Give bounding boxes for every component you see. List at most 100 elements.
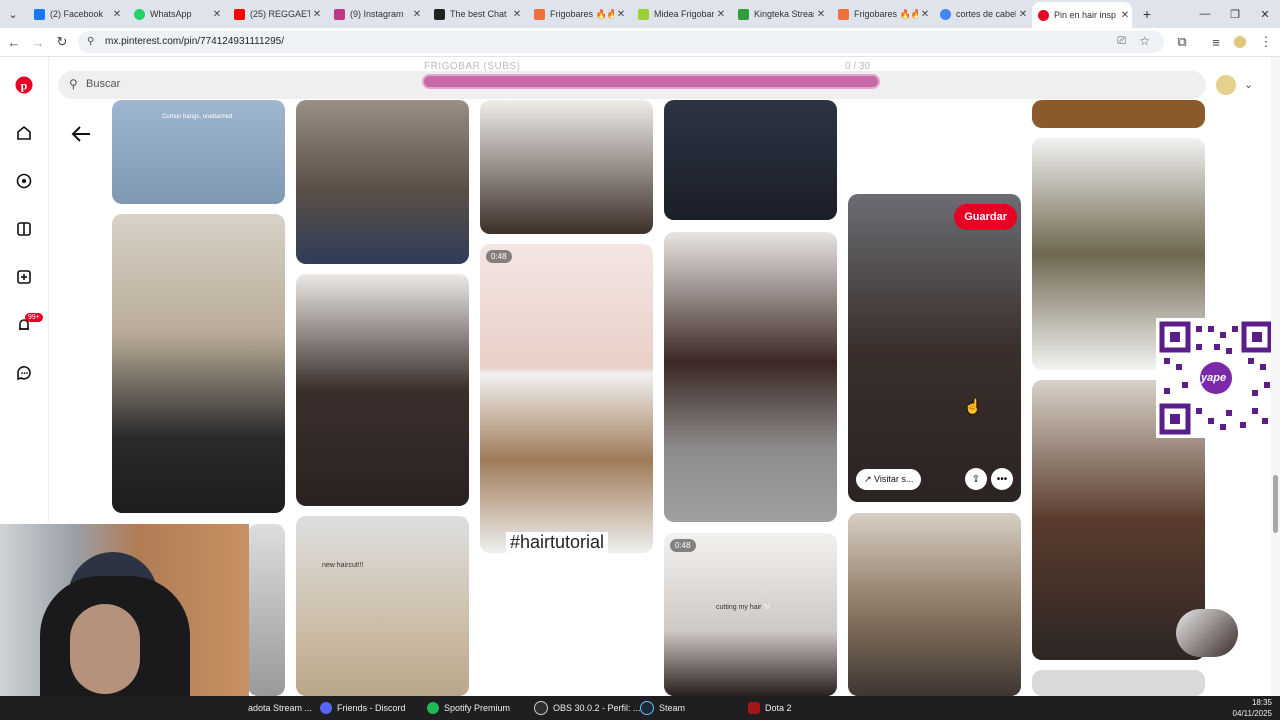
address-bar[interactable]: ⚲ mx.pinterest.com/pin/774124931111295/ … bbox=[78, 31, 1164, 53]
close-icon[interactable]: ✕ bbox=[614, 9, 628, 20]
taskbar-label: Spotify Premium bbox=[444, 703, 511, 713]
pin-image[interactable]: 0:48 #hairtutorial bbox=[480, 244, 653, 553]
pinterest-logo-icon[interactable]: p bbox=[14, 75, 34, 95]
tab-google[interactable]: cortes de cabello ✕ bbox=[934, 2, 1030, 26]
tab-label: (9) Instagram bbox=[350, 9, 404, 19]
tab-whatsapp[interactable]: WhatsApp ✕ bbox=[128, 2, 224, 26]
close-icon[interactable]: ✕ bbox=[1016, 9, 1030, 20]
visit-site-button[interactable]: ↗ Visitar s... bbox=[856, 469, 922, 490]
tab-search-icon[interactable]: ⌄ bbox=[2, 0, 24, 28]
system-clock[interactable]: 18:35 04/11/2025 bbox=[1233, 697, 1272, 719]
profile-icon[interactable] bbox=[1230, 32, 1250, 52]
goal-count: 0 / 30 bbox=[845, 61, 871, 72]
share-icon[interactable]: ⇪ bbox=[965, 468, 987, 490]
pin-image[interactable]: Curtain bangs, unattached bbox=[112, 100, 285, 204]
menu-icon[interactable]: ⋮ bbox=[1256, 32, 1276, 52]
pin-image[interactable] bbox=[296, 274, 469, 506]
pin-image[interactable]: new haircut!!! bbox=[296, 516, 469, 696]
chevron-down-icon[interactable]: ⌄ bbox=[1244, 78, 1253, 91]
close-icon[interactable]: ✕ bbox=[714, 9, 728, 20]
kick-icon bbox=[738, 8, 749, 20]
shop-icon bbox=[838, 8, 849, 20]
tab-label: cortes de cabello bbox=[956, 9, 1016, 19]
pin-image[interactable] bbox=[1032, 670, 1205, 696]
taskbar-item-discord[interactable]: Friends - Discord bbox=[320, 699, 406, 717]
pinterest-icon bbox=[1038, 9, 1049, 21]
tab-instagram[interactable]: (9) Instagram ✕ bbox=[328, 2, 424, 26]
tab-label: Frigobares 🔥🔥 bbox=[854, 8, 918, 19]
tab-frigobares-1[interactable]: Frigobares 🔥🔥 ✕ bbox=[528, 2, 628, 26]
taskbar-item-spotify[interactable]: Spotify Premium bbox=[427, 699, 510, 717]
goal-progress-bar bbox=[422, 74, 880, 89]
close-icon[interactable]: ✕ bbox=[210, 9, 224, 20]
close-icon[interactable]: ✕ bbox=[410, 9, 424, 20]
facebook-icon bbox=[34, 8, 45, 20]
explore-icon[interactable] bbox=[14, 171, 34, 191]
forward-icon[interactable]: → bbox=[28, 32, 48, 52]
create-icon[interactable] bbox=[14, 267, 34, 287]
tab-frigobares-2[interactable]: Frigobares 🔥🔥 ✕ bbox=[832, 2, 932, 26]
floating-avatar[interactable] bbox=[1176, 609, 1238, 657]
save-button[interactable]: Guardar bbox=[954, 204, 1017, 230]
taskbar-label: Friends - Discord bbox=[337, 703, 406, 713]
url-text: mx.pinterest.com/pin/774124931111295/ bbox=[105, 36, 285, 47]
tab-youtube[interactable]: (25) REGGAETON ✕ bbox=[228, 2, 324, 26]
new-tab-button[interactable]: + bbox=[1132, 0, 1162, 28]
taskbar-label: Steam bbox=[659, 703, 686, 713]
hairtutorial-text: #hairtutorial bbox=[506, 532, 609, 553]
pin-image[interactable] bbox=[664, 100, 837, 220]
taskbar-item-steam[interactable]: Steam bbox=[640, 699, 685, 717]
pin-image[interactable] bbox=[1032, 100, 1205, 128]
back-icon[interactable]: ← bbox=[4, 32, 24, 52]
install-icon[interactable]: ⎚ bbox=[1117, 35, 1126, 48]
pin-image-hovered[interactable]: Guardar ↗ Visitar s... ⇪ ••• bbox=[848, 194, 1021, 502]
taskbar-item-stream[interactable]: adota Stream ... bbox=[248, 699, 312, 717]
pin-image[interactable] bbox=[296, 100, 469, 264]
tab-label: Frigobares 🔥🔥 bbox=[550, 8, 614, 19]
pin-image[interactable] bbox=[848, 513, 1021, 696]
clock-date: 04/11/2025 bbox=[1232, 709, 1272, 718]
webcam-overlay bbox=[0, 524, 249, 697]
dota-icon bbox=[748, 702, 760, 714]
tab-kingteka[interactable]: Kingteka Stream ✕ bbox=[732, 2, 828, 26]
minimize-icon[interactable]: — bbox=[1190, 0, 1220, 28]
close-icon[interactable]: ✕ bbox=[1118, 10, 1132, 21]
search-icon: ⚲ bbox=[69, 77, 78, 91]
avatar[interactable] bbox=[1216, 75, 1236, 95]
restore-icon[interactable]: ❐ bbox=[1220, 0, 1250, 28]
browser-toolbar: ← → ↻ ⚲ mx.pinterest.com/pin/77412493111… bbox=[0, 28, 1280, 57]
tab-pinterest-active[interactable]: Pin en hair insp ✕ bbox=[1032, 2, 1132, 28]
window-close-icon[interactable]: ✕ bbox=[1250, 0, 1280, 28]
reload-icon[interactable]: ↻ bbox=[52, 32, 72, 52]
os-taskbar: adota Stream ... Friends - Discord Spoti… bbox=[0, 696, 1280, 720]
boards-icon[interactable] bbox=[14, 219, 34, 239]
pin-image[interactable] bbox=[112, 214, 285, 513]
messages-icon[interactable] bbox=[14, 363, 34, 383]
goal-label: FRIGOBAR (SUBS) bbox=[424, 61, 521, 72]
pin-image[interactable]: 0:48 cutting my hair 🤍 bbox=[664, 533, 837, 696]
close-icon[interactable]: ✕ bbox=[814, 9, 828, 20]
tab-chat[interactable]: The best Chat ✕ bbox=[428, 2, 524, 26]
notification-badge: 99+ bbox=[25, 313, 43, 322]
tab-midea[interactable]: Midea Frigobar ✕ bbox=[632, 2, 728, 26]
pin-image[interactable] bbox=[480, 100, 653, 234]
close-icon[interactable]: ✕ bbox=[310, 9, 324, 20]
media-icon[interactable]: ≡ bbox=[1206, 32, 1226, 52]
close-icon[interactable]: ✕ bbox=[110, 9, 124, 20]
taskbar-item-dota[interactable]: Dota 2 bbox=[748, 699, 792, 717]
extensions-icon[interactable]: ⧉ bbox=[1172, 32, 1192, 52]
pin-caption: cutting my hair 🤍 bbox=[716, 604, 773, 611]
more-options-icon[interactable]: ••• bbox=[991, 468, 1013, 490]
close-icon[interactable]: ✕ bbox=[510, 9, 524, 20]
taskbar-item-obs[interactable]: OBS 30.0.2 - Perfil: ... bbox=[534, 699, 641, 717]
home-icon[interactable] bbox=[14, 123, 34, 143]
pin-image[interactable] bbox=[248, 524, 285, 696]
page-scrollbar[interactable] bbox=[1271, 57, 1280, 696]
tab-facebook[interactable]: (2) Facebook ✕ bbox=[28, 2, 124, 26]
pin-image[interactable] bbox=[664, 232, 837, 522]
scrollbar-thumb[interactable] bbox=[1273, 475, 1278, 533]
back-arrow-icon[interactable] bbox=[70, 124, 92, 144]
bookmark-star-icon[interactable]: ☆ bbox=[1139, 34, 1150, 48]
site-info-icon[interactable]: ⚲ bbox=[87, 36, 94, 47]
close-icon[interactable]: ✕ bbox=[918, 9, 932, 20]
